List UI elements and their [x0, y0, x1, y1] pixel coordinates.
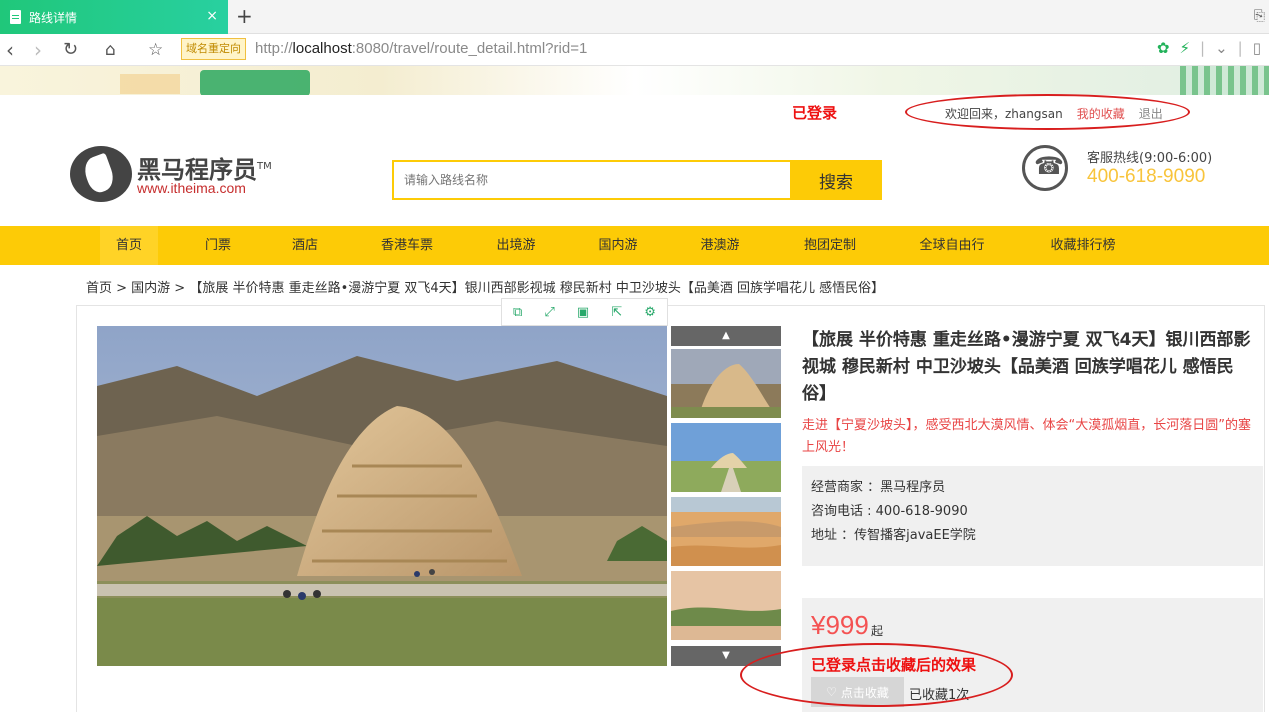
address-row: 地址 ：传智播客javaEE学院	[811, 524, 1263, 548]
address-bar: ‹ › ↻ ⌂ ☆ 域名重定向 http://localhost:8080/tr…	[0, 34, 1269, 66]
browser-tab-bar: 路线详情 × + ⎘	[0, 0, 1269, 34]
price-suffix: 起	[871, 624, 884, 638]
expand-icon[interactable]: ⤢	[544, 305, 554, 320]
security-icon[interactable]: ✿	[1157, 39, 1170, 57]
thumbnail-4[interactable]	[671, 571, 781, 640]
nav-item-hk-macau[interactable]: 港澳游	[687, 226, 753, 265]
route-title: 【旅展 半价特惠 重走丝路•漫游宁夏 双飞4天】银川西部影视城 穆民新村 中卫沙…	[802, 330, 1251, 404]
browser-tab-active[interactable]: 路线详情 ×	[0, 0, 228, 34]
chevron-down-icon[interactable]: ⌄	[1215, 39, 1228, 57]
address-bar-tools: ✿ ⚡ | ⌄ | ▯	[1157, 39, 1261, 57]
merchant-row: 经营商家 ：黑马程序员	[811, 476, 1263, 500]
share-icon[interactable]: ⇱	[611, 305, 622, 320]
phone-view-icon[interactable]: ▯	[1253, 39, 1261, 57]
merchant-value: 黑马程序员	[880, 480, 946, 495]
back-icon[interactable]: ‹	[6, 38, 14, 62]
top-banner[interactable]	[0, 66, 1269, 95]
route-price: ¥999	[811, 610, 869, 640]
divider: |	[1200, 39, 1206, 57]
thumb-up-arrow[interactable]: ▲	[671, 326, 781, 346]
route-subtitle: 走进【宁夏沙坡头】，感受西北大漠风情、体会“大漠孤烟直，长河落日圆”的塞上风光！	[802, 418, 1251, 455]
copy-icon[interactable]: ⧉	[513, 305, 522, 320]
document-icon	[10, 10, 21, 24]
forward-icon[interactable]: ›	[34, 38, 42, 62]
nav-item-hotel[interactable]: 酒店	[277, 226, 333, 265]
phone-value: 400-618-9090	[875, 504, 968, 519]
thumbnail-1[interactable]	[671, 349, 781, 418]
address-value: 传智播客javaEE学院	[854, 528, 976, 543]
home-icon[interactable]: ⌂	[105, 38, 116, 62]
thumbnail-image	[671, 497, 781, 566]
nav-item-domestic[interactable]: 国内游	[585, 226, 651, 265]
hotline-label: 客服热线(9:00-6:00)	[1087, 151, 1213, 166]
logo-url[interactable]: www.itheima.com	[137, 180, 246, 196]
pyramid-scene-image	[97, 326, 667, 666]
nav-item-home[interactable]: 首页	[100, 226, 158, 265]
thumbnail-2[interactable]	[671, 423, 781, 492]
nav-item-free-travel[interactable]: 全球自由行	[905, 226, 999, 265]
search-button[interactable]: 搜索	[790, 160, 882, 200]
phone-row: 咨询电话 : 400-618-9090	[811, 500, 1263, 524]
main-route-image[interactable]	[97, 326, 667, 666]
banner-shape	[120, 74, 180, 94]
search-box	[392, 160, 792, 200]
url-host: localhost	[292, 40, 352, 57]
close-icon[interactable]: ×	[206, 9, 218, 23]
phone-icon	[1022, 145, 1068, 191]
thumbnail-3[interactable]	[671, 497, 781, 566]
merchant-info: 经营商家 ：黑马程序员 咨询电话 : 400-618-9090 地址 ：传智播客…	[802, 466, 1263, 566]
annotation-ellipse	[905, 94, 1190, 130]
nav-item-tickets[interactable]: 门票	[190, 226, 246, 265]
restore-icon[interactable]: ⎘	[1254, 8, 1265, 24]
nav-item-hk-bus[interactable]: 香港车票	[370, 226, 444, 265]
banner-shape	[200, 70, 310, 95]
thumbnail-image	[671, 571, 781, 640]
search-input[interactable]	[394, 162, 790, 198]
address-label: 地址 ：	[811, 528, 855, 543]
hotline-number: 400-618-9090	[1087, 166, 1206, 187]
login-annotation: 已登录	[792, 104, 838, 122]
redirect-tag: 域名重定向	[181, 38, 246, 60]
nav-item-group[interactable]: 抱团定制	[790, 226, 870, 265]
lightning-icon[interactable]: ⚡	[1179, 39, 1190, 57]
merchant-label: 经营商家 ：	[811, 480, 881, 495]
nav-item-fav-rank[interactable]: 收藏排行榜	[1036, 226, 1130, 265]
breadcrumb: 首页 > 国内游 > 【旅展 半价特惠 重走丝路•漫游宁夏 双飞4天】银川西部影…	[86, 281, 885, 296]
phone-label: 咨询电话 :	[811, 504, 876, 519]
url-field[interactable]: http://localhost:8080/travel/route_detai…	[255, 40, 587, 57]
annotation-ellipse	[740, 643, 1013, 707]
divider: |	[1237, 39, 1243, 57]
main-nav: 首页 门票 酒店 香港车票 出境游 国内游 港澳游 抱团定制 全球自由行 收藏排…	[0, 226, 1269, 265]
url-path: :8080/travel/route_detail.html?rid=1	[351, 40, 588, 57]
logo-tm: TM	[257, 161, 272, 172]
star-icon[interactable]: ☆	[148, 38, 163, 62]
reload-icon[interactable]: ↻	[63, 38, 78, 62]
nav-item-outbound[interactable]: 出境游	[483, 226, 549, 265]
horse-logo-icon[interactable]	[70, 146, 132, 202]
banner-shape	[1180, 66, 1269, 95]
url-prefix: http://	[255, 40, 293, 57]
thumbnail-image	[671, 423, 781, 492]
save-icon[interactable]: ▣	[577, 305, 589, 320]
thumbnail-image	[671, 349, 781, 418]
image-toolbar: ⧉ ⤢ ▣ ⇱ ⚙	[501, 298, 668, 326]
tab-title: 路线详情	[29, 10, 78, 25]
new-tab-button[interactable]: +	[236, 5, 253, 27]
settings-icon[interactable]: ⚙	[644, 305, 656, 320]
